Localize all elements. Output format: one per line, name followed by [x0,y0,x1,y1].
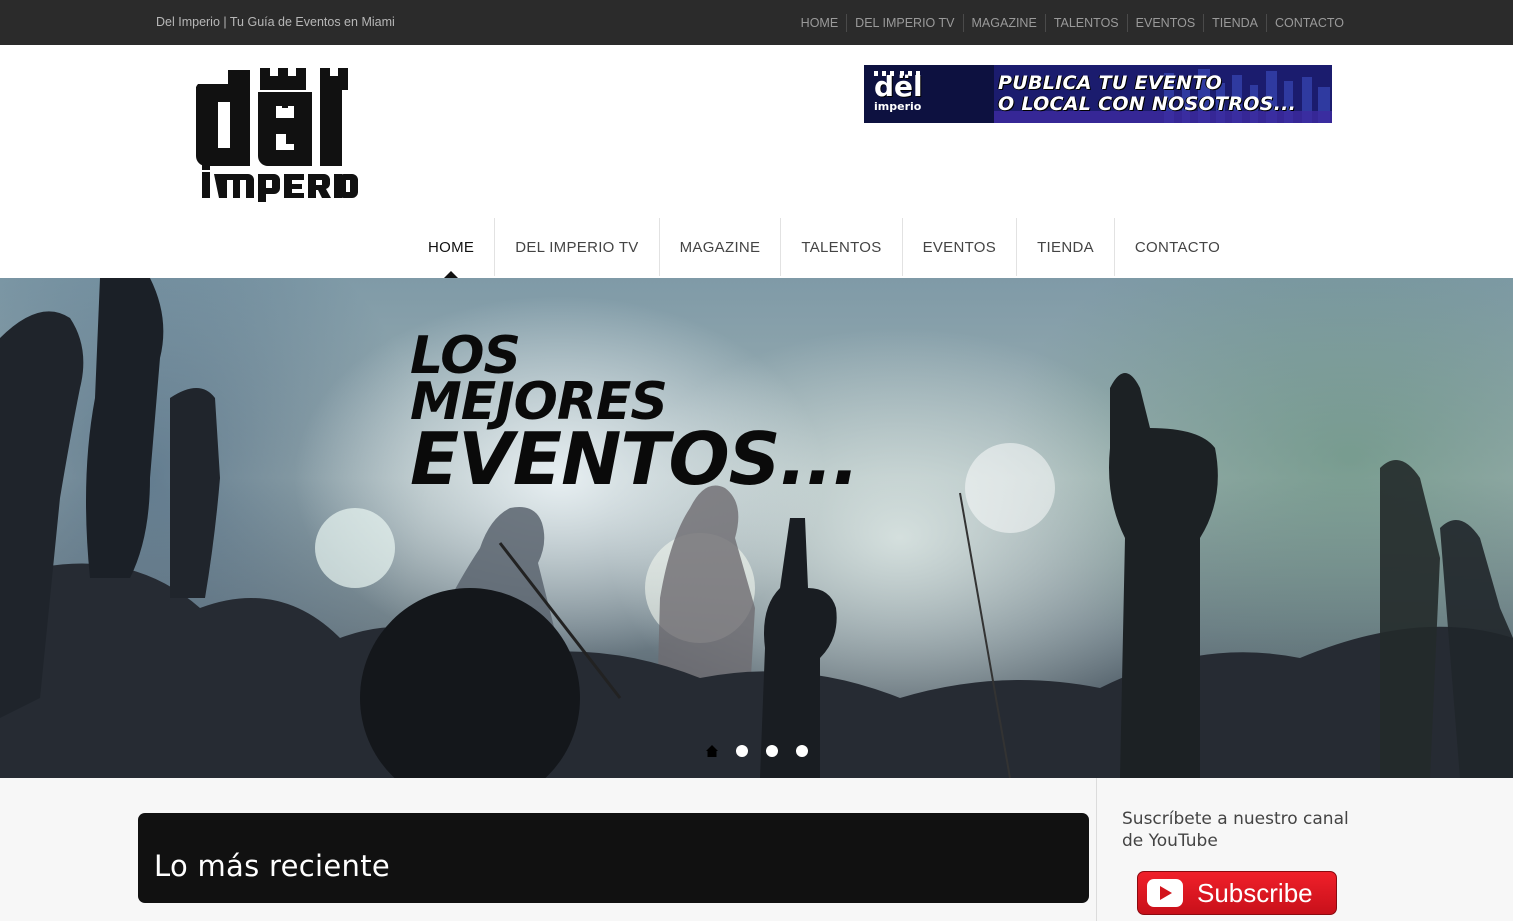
ad-banner[interactable]: dël imperio PUBLICA TU EVENTO O LOCAL CO… [864,65,1332,123]
hero-headline-line-3: EVENTOS... [410,417,860,501]
hero-slider[interactable]: LOS MEJORES EVENTOS... [0,278,1513,778]
top-nav-tienda[interactable]: TIENDA [1203,14,1266,32]
main-nav-tienda[interactable]: TIENDA [1016,218,1114,276]
hero-headline: LOS MEJORES EVENTOS... [410,330,860,501]
slider-dot-4[interactable] [796,745,808,757]
slider-dot-2[interactable] [736,745,748,757]
site-tagline: Del Imperio | Tu Guía de Eventos en Miam… [156,15,395,29]
top-nav-home[interactable]: HOME [793,14,847,32]
banner-text: PUBLICA TU EVENTO O LOCAL CON NOSOTROS..… [998,73,1296,115]
top-nav-magazine[interactable]: MAGAZINE [962,14,1045,32]
youtube-subscribe-button[interactable]: Subscribe [1137,871,1337,915]
slider-pagination [706,745,808,757]
subscribe-label: Subscribe [1197,877,1313,908]
top-bar: Del Imperio | Tu Guía de Eventos en Miam… [0,0,1513,45]
top-nav-del-imperio-tv[interactable]: DEL IMPERIO TV [846,14,962,32]
main-nav-contacto[interactable]: CONTACTO [1113,218,1240,276]
top-nav-talentos[interactable]: TALENTOS [1044,14,1127,32]
main-nav: HOME DEL IMPERIO TV MAGAZINE TALENTOS EV… [408,218,1240,278]
main-nav-del-imperio-tv[interactable]: DEL IMPERIO TV [494,218,658,276]
main-nav-home[interactable]: HOME [408,218,494,278]
site-logo[interactable] [195,62,360,202]
youtube-play-icon [1147,879,1183,907]
slider-dot-active-home-icon[interactable] [706,745,718,757]
sidebar-youtube-title: Suscríbete a nuestro canal de YouTube [1122,809,1349,851]
top-nav-contacto[interactable]: CONTACTO [1266,14,1352,32]
recent-section-header: Lo más reciente [138,813,1089,903]
slider-dot-3[interactable] [766,745,778,757]
banner-logo: dël imperio [874,73,930,117]
main-nav-eventos[interactable]: EVENTOS [901,218,1017,276]
top-nav-eventos[interactable]: EVENTOS [1126,14,1204,32]
main-nav-talentos[interactable]: TALENTOS [780,218,901,276]
top-nav: HOME DEL IMPERIO TV MAGAZINE TALENTOS EV… [793,14,1352,32]
banner-line-1: PUBLICA TU EVENTO [998,72,1223,94]
recent-section-title: Lo más reciente [154,849,391,883]
sidebar-divider [1096,778,1097,921]
content-area: Lo más reciente Suscríbete a nuestro can… [0,778,1513,921]
logo-mark [195,68,358,202]
banner-line-2: O LOCAL CON NOSOTROS... [998,93,1297,115]
main-nav-magazine[interactable]: MAGAZINE [658,218,781,276]
banner-logo-top: dël [874,70,923,103]
